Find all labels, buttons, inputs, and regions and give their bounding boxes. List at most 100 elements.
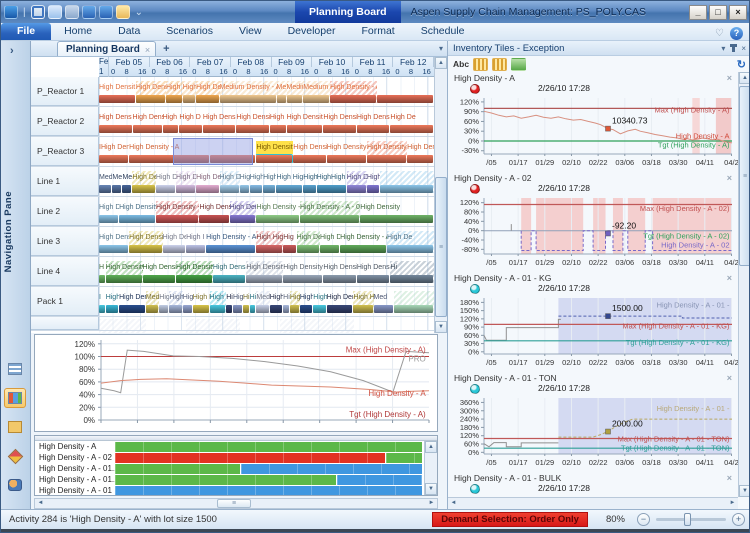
gantt-bar-segment[interactable]: High (250, 171, 263, 193)
gantt-bar-segment[interactable]: High Density (176, 261, 213, 283)
gantt-bar-segment[interactable]: Medi (256, 291, 269, 313)
gantt-bar-segment[interactable]: High De (390, 111, 434, 133)
legend-row[interactable]: High Density - A - 01 (35, 485, 437, 496)
gantt-vertical-scrollbar[interactable]: ▲ ≡ ▼ (434, 57, 447, 333)
gantt-bar-segment[interactable]: High D (99, 201, 119, 223)
navigation-pane-label[interactable]: Navigation Pane (3, 191, 29, 272)
gantt-bar-segment[interactable]: High Dens (327, 291, 354, 313)
gantt-bar-segment[interactable]: High Densit (357, 111, 391, 133)
gantt-bar-segment[interactable]: High High (276, 171, 303, 193)
favorite-icon[interactable]: ♡ (715, 28, 724, 39)
gantt-bar-segment[interactable]: High D (320, 231, 340, 253)
scroll-down-icon[interactable]: ▼ (739, 485, 750, 497)
legend-vertical-scrollbar[interactable]: ▲ ▼ (424, 441, 437, 495)
tab-planning-board[interactable]: Planning Board × (57, 41, 156, 56)
gantt-bar-segment[interactable]: High Densit (323, 261, 357, 283)
tile-close-icon[interactable]: × (727, 373, 732, 383)
panel-horizontal-scrollbar[interactable]: ◄ ► (448, 497, 738, 509)
gantt-selection-overlay[interactable] (173, 138, 253, 165)
inventory-chart[interactable]: 120%100%80%60%40%20%0%Max (High Density … (34, 334, 438, 432)
undo-icon[interactable] (48, 5, 62, 19)
ribbon-tab-schedule[interactable]: Schedule (408, 23, 478, 40)
gantt-bar-segment[interactable]: High (270, 111, 287, 133)
gantt-bar-segment[interactable]: High (106, 291, 119, 313)
scroll-up-icon[interactable]: ▲ (425, 441, 437, 453)
gantt-bar-segment[interactable]: High Den (230, 201, 257, 223)
gantt-row-track[interactable]: IHighHigh DensMediHigHighHigHigh DHigh D… (99, 287, 434, 316)
zoom-out-icon[interactable]: − (637, 513, 650, 526)
gantt-row-track[interactable]: IHigh DensityHigh Density - AHigh Densit… (99, 137, 434, 166)
gantt-bar-segment[interactable] (380, 171, 434, 193)
tab-list-dropdown-icon[interactable]: ▾ (439, 44, 443, 53)
zoom-slider[interactable] (656, 518, 726, 521)
gantt-bar-segment[interactable]: High De (132, 171, 155, 193)
mail-icon[interactable] (82, 5, 96, 19)
demand-selection-badge[interactable]: Demand Selection: Order Only (432, 512, 588, 527)
refresh-icon[interactable]: ↻ (737, 58, 746, 71)
gantt-bar-segment[interactable]: High Density - (256, 201, 300, 223)
send-icon[interactable] (99, 5, 113, 19)
gantt-bar-segment[interactable]: High Density - A (206, 231, 256, 253)
gantt-row-track[interactable]: HHigh DensityHigh DensitHigh DensityHigh… (99, 257, 434, 286)
gantt-bar-segment[interactable]: Medium D (303, 81, 330, 103)
qat-dropdown-icon[interactable]: ⌄ (135, 7, 143, 18)
gantt-bar-segment[interactable]: High Densit (236, 111, 270, 133)
gantt-bar-segment[interactable]: Hig (159, 291, 169, 313)
gantt-bar-segment[interactable]: Hig (183, 291, 193, 313)
gantt-bar-segment[interactable]: Med (374, 291, 394, 313)
gantt-bar-segment[interactable]: High Hig (256, 231, 283, 253)
panel-close-icon[interactable]: × (741, 44, 746, 53)
ribbon-tab-home[interactable]: Home (51, 23, 105, 40)
zoom-slider-thumb[interactable] (684, 513, 691, 526)
folders-icon[interactable] (4, 417, 26, 437)
back-icon[interactable] (65, 5, 79, 19)
ribbon-tab-file[interactable]: File (1, 23, 51, 40)
scroll-grip[interactable]: ≡ (217, 499, 251, 508)
gantt-bar-segment[interactable]: High I (186, 231, 206, 253)
folder-icon[interactable] (116, 5, 130, 19)
gantt-bar-segment[interactable]: High Densit (203, 111, 237, 133)
gantt-bar-segment[interactable]: Med (112, 171, 122, 193)
scroll-thumb[interactable]: ≡ (739, 86, 750, 266)
tile-list-icon[interactable] (492, 58, 507, 71)
panel-vertical-scrollbar[interactable]: ▲ ≡ ▼ (738, 72, 750, 497)
shapes-icon[interactable] (4, 446, 26, 466)
zoom-in-icon[interactable]: + (732, 513, 745, 526)
gantt-bar-segment[interactable]: High Density (367, 141, 407, 163)
gantt-bar-segment[interactable]: Medium Density - A (220, 81, 277, 103)
gantt-row-track[interactable]: High DensitHigh DensityHighHighHigh DeMe… (99, 77, 434, 106)
tile-chart[interactable]: 360%300%240%180%120%60%0%/0501/1701/2902… (448, 395, 738, 469)
gantt-bar-segment[interactable]: High (183, 81, 196, 103)
tile-close-icon[interactable]: × (727, 473, 732, 483)
gantt-bar-segment[interactable] (377, 81, 434, 103)
gantt-bar-segment[interactable]: High Density (256, 141, 293, 163)
inventory-chart-svg[interactable]: 120%100%80%60%40%20%0%Max (High Density … (35, 335, 437, 431)
gantt-bar-segment[interactable]: High Density (136, 81, 166, 103)
tile-close-icon[interactable]: × (727, 73, 732, 83)
gantt-bar-segment[interactable]: Mediu (287, 81, 304, 103)
scroll-left-icon[interactable]: ◄ (448, 499, 459, 508)
gantt-row-track[interactable]: High DensHigh DensHighHigh DHigh DensitH… (99, 107, 434, 136)
gantt-bar-segment[interactable]: Medi (99, 171, 112, 193)
gantt-bar-segment[interactable]: High (163, 111, 180, 133)
gantt-bar-segment[interactable]: High (313, 291, 326, 313)
gantt-bar-segment[interactable]: High Densit (129, 231, 163, 253)
gantt-bar-segment[interactable]: High (263, 171, 276, 193)
gantt-bar-segment[interactable]: High Den (196, 171, 219, 193)
gantt-bar-segment[interactable]: High Density - A - 0 (300, 201, 360, 223)
expand-chevron-icon[interactable]: › (10, 45, 14, 57)
gantt-bar-segment[interactable]: High D (347, 171, 367, 193)
gantt-row-track[interactable] (99, 317, 434, 330)
pin-icon[interactable] (732, 44, 735, 52)
gantt-bar-segment[interactable]: High De (387, 231, 434, 253)
gantt-bar-segment[interactable]: High Density (119, 201, 156, 223)
scroll-down-icon[interactable]: ▼ (425, 483, 437, 495)
gantt-bar-segment[interactable]: High Dens (199, 201, 229, 223)
gantt-bar-segment[interactable]: High De (176, 171, 196, 193)
gantt-bar-segment[interactable]: High Density (360, 201, 434, 223)
ribbon-tab-view[interactable]: View (226, 23, 275, 40)
gantt-bar-segment[interactable] (280, 319, 354, 333)
gantt-bar-segment[interactable]: Hig (290, 291, 300, 313)
gantt-bar-segment[interactable]: High Density - (283, 261, 323, 283)
gantt-bar-segment[interactable]: IHigh Density (99, 141, 129, 163)
